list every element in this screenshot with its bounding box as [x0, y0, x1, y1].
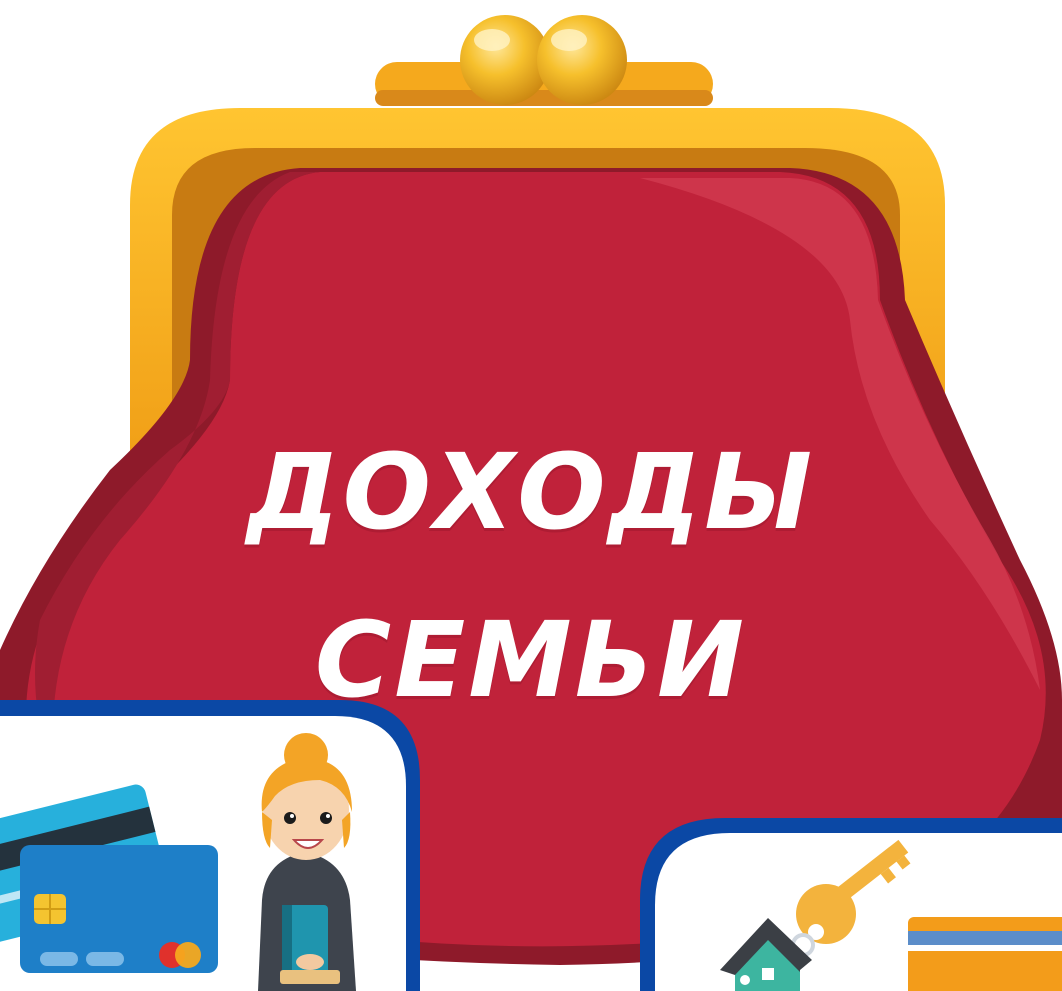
orange-card-icon — [908, 917, 1062, 991]
title-line-1: ДОХОДЫ — [246, 431, 815, 553]
clasp-ball-left-icon — [460, 15, 550, 105]
title-line-2: СЕМЬИ — [314, 599, 748, 721]
right-panel — [640, 818, 1062, 991]
left-panel — [0, 700, 420, 991]
clasp-ball-right-icon — [537, 15, 627, 105]
